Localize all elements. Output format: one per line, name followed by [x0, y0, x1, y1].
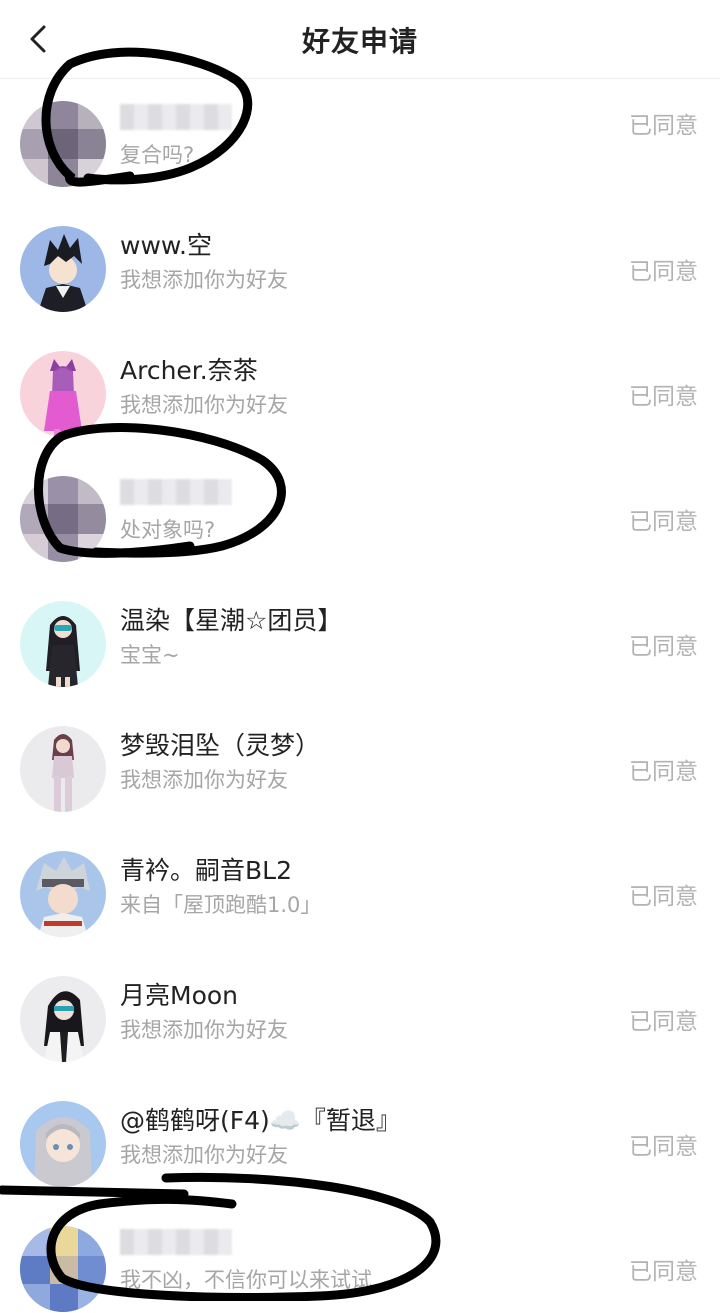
page-title: 好友申请 — [301, 25, 418, 58]
avatar — [20, 851, 106, 937]
avatar — [20, 1226, 106, 1312]
requester-name: 温染【星潮☆团员】 — [120, 606, 343, 635]
status-label: 已同意 — [629, 634, 698, 660]
avatar — [20, 976, 106, 1062]
request-row[interactable]: 处对象吗? 已同意 — [0, 438, 720, 563]
request-message: 我不凶，不信你可以来试试 — [120, 1268, 372, 1292]
blurred-name — [120, 479, 232, 505]
request-row[interactable]: 我不凶，不信你可以来试试 已同意 — [0, 1188, 720, 1313]
request-row[interactable]: 青衿。嗣音BL2 来自「屋顶跑酷1.0」 已同意 — [0, 813, 720, 938]
requester-name — [120, 476, 232, 505]
request-row[interactable]: 月亮Moon 我想添加你为好友 已同意 — [0, 938, 720, 1063]
status-label: 已同意 — [629, 884, 698, 910]
friend-request-list: 复合吗? 已同意 www.空 我想添加你为好友 已同意 Archer.奈茶 我想… — [0, 79, 720, 1313]
status-label: 已同意 — [629, 509, 698, 535]
status-label: 已同意 — [629, 113, 698, 139]
request-message: 宝宝~ — [120, 643, 180, 667]
request-message: 我想添加你为好友 — [120, 1018, 288, 1042]
requester-name — [120, 1226, 232, 1255]
status-label: 已同意 — [629, 384, 698, 410]
request-row[interactable]: 梦毁泪坠（灵梦） 我想添加你为好友 已同意 — [0, 688, 720, 813]
requester-name: www.空 — [120, 231, 212, 260]
avatar — [20, 351, 106, 437]
status-label: 已同意 — [629, 259, 698, 285]
avatar — [20, 726, 106, 812]
request-message: 处对象吗? — [120, 518, 216, 542]
request-row[interactable]: Archer.奈茶 我想添加你为好友 已同意 — [0, 313, 720, 438]
blurred-name — [120, 104, 232, 130]
request-row[interactable]: 复合吗? 已同意 — [0, 79, 720, 188]
requester-name: @鹤鹤呀(F4)☁️『暂退』 — [120, 1106, 401, 1135]
blurred-name — [120, 1229, 232, 1255]
requester-name: 青衿。嗣音BL2 — [120, 856, 292, 885]
requester-name — [120, 101, 232, 130]
top-bar: 好友申请 — [0, 0, 720, 79]
status-label: 已同意 — [629, 1259, 698, 1285]
status-label: 已同意 — [629, 1134, 698, 1160]
requester-name: 月亮Moon — [120, 981, 239, 1010]
requester-name: 梦毁泪坠（灵梦） — [120, 731, 321, 760]
request-row[interactable]: @鹤鹤呀(F4)☁️『暂退』 我想添加你为好友 已同意 — [0, 1063, 720, 1188]
avatar — [20, 101, 106, 187]
status-label: 已同意 — [629, 759, 698, 785]
request-message: 复合吗? — [120, 143, 195, 167]
request-row[interactable]: 温染【星潮☆团员】 宝宝~ 已同意 — [0, 563, 720, 688]
avatar — [20, 226, 106, 312]
avatar — [20, 601, 106, 687]
avatar — [20, 476, 106, 562]
request-message: 我想添加你为好友 — [120, 768, 288, 792]
request-message: 我想添加你为好友 — [120, 1143, 288, 1167]
request-message: 我想添加你为好友 — [120, 393, 288, 417]
request-row[interactable]: www.空 我想添加你为好友 已同意 — [0, 188, 720, 313]
status-label: 已同意 — [629, 1009, 698, 1035]
avatar — [20, 1101, 106, 1187]
request-message: 我想添加你为好友 — [120, 268, 288, 292]
request-message: 来自「屋顶跑酷1.0」 — [120, 893, 322, 917]
requester-name: Archer.奈茶 — [120, 356, 258, 385]
